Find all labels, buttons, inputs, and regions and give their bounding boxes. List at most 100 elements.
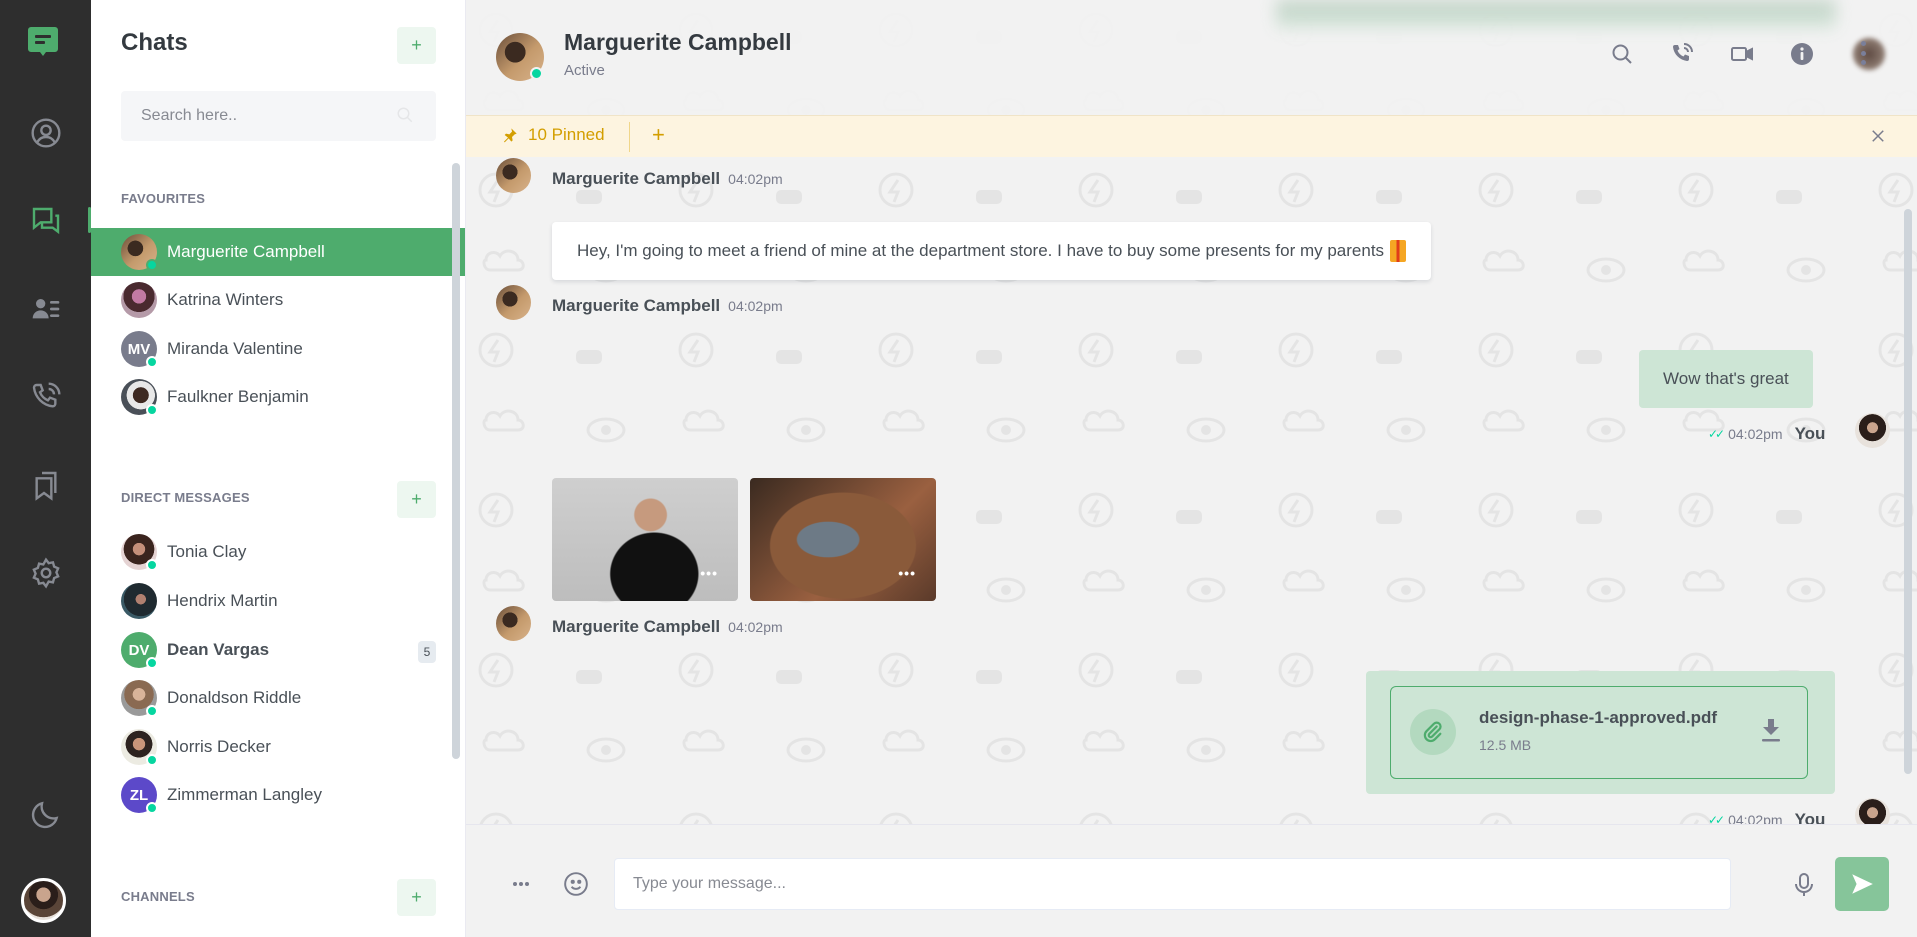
online-indicator [146, 404, 158, 416]
contact-item[interactable]: Katrina Winters [91, 276, 465, 324]
chat-list-panel: Chats + FAVOURITES Marguerite Campbell K… [91, 0, 466, 937]
read-receipt-icon: ✓✓ [1708, 427, 1725, 441]
phone-call-icon [32, 382, 61, 408]
sender-avatar[interactable] [496, 158, 531, 193]
info-icon [1791, 43, 1813, 65]
microphone-icon[interactable] [1792, 872, 1816, 898]
panel-title: Chats [121, 29, 188, 56]
favourites-title: FAVOURITES [121, 191, 206, 206]
contact-name: Norris Decker [167, 737, 271, 756]
pinned-divider [629, 122, 630, 152]
avatar-initials: DV [128, 641, 150, 659]
nav-rail [0, 0, 91, 937]
contact-name: Zimmerman Langley [167, 785, 322, 804]
file-size: 12.5 MB [1479, 737, 1532, 753]
more-attachments-button[interactable] [513, 882, 529, 886]
file-card[interactable]: design-phase-1-approved.pdf 12.5 MB [1390, 686, 1808, 779]
contact-avatar[interactable] [496, 33, 544, 81]
contact-item[interactable]: MV Miranda Valentine [91, 325, 465, 373]
nav-settings[interactable] [0, 543, 91, 603]
sender-avatar[interactable] [496, 606, 531, 641]
header-overlay [1276, 0, 1836, 28]
app-logo-icon[interactable] [28, 27, 58, 59]
my-avatar [1855, 413, 1890, 448]
incoming-message-bubble[interactable]: Hey, I'm going to meet a friend of mine … [552, 222, 1432, 280]
current-user-avatar[interactable] [21, 878, 66, 923]
contact-item[interactable]: Faulkner Benjamin [91, 373, 465, 421]
contact-name: Dean Vargas [167, 640, 270, 659]
chat-list-scrollbar[interactable] [452, 163, 460, 759]
online-indicator [146, 259, 158, 271]
contact-item[interactable]: Hendrix Martin [91, 577, 465, 625]
message-time: 04:02pm [728, 171, 783, 187]
new-chat-button[interactable]: + [397, 27, 436, 64]
online-indicator [146, 754, 158, 766]
new-direct-message-button[interactable]: + [397, 481, 436, 518]
avatar: DV [121, 632, 158, 669]
contact-item[interactable]: Donaldson Riddle [91, 674, 465, 722]
contact-item[interactable]: Marguerite Campbell [91, 228, 465, 276]
contact-item[interactable]: DV Dean Vargas 5 [91, 626, 465, 674]
avatar [121, 583, 157, 619]
emoji-icon[interactable] [563, 871, 589, 897]
nav-contacts[interactable] [0, 279, 91, 339]
close-icon[interactable] [1869, 127, 1887, 145]
direct-messages-title: DIRECT MESSAGES [121, 490, 250, 505]
avatar [121, 234, 158, 271]
avatar: MV [121, 331, 158, 368]
contact-item[interactable]: Norris Decker [91, 723, 465, 771]
message-meta: Marguerite Campbell 04:02pm [552, 169, 783, 189]
conversation-header: Marguerite Campbell Active [466, 0, 1917, 115]
unread-badge: 5 [418, 641, 436, 663]
sender-name: Marguerite Campbell [552, 617, 721, 636]
search-input[interactable] [121, 91, 436, 141]
search-icon [397, 107, 413, 123]
online-indicator [530, 67, 543, 80]
contact-item[interactable]: Tonia Clay [91, 528, 465, 576]
attachment-icon-wrap [1410, 709, 1456, 755]
search-button[interactable] [1608, 40, 1636, 68]
voice-call-button[interactable] [1668, 40, 1696, 68]
add-pin-button[interactable]: + [652, 122, 665, 148]
avatar [121, 680, 158, 717]
image-attachment[interactable]: ••• [552, 478, 738, 601]
image-attachment[interactable]: ••• [750, 478, 936, 601]
pin-icon [504, 128, 517, 143]
sender-avatar[interactable] [496, 285, 531, 320]
contact-status: Active [564, 62, 605, 79]
nav-profile[interactable] [0, 103, 91, 163]
image-options-button[interactable]: ••• [898, 565, 916, 581]
info-button[interactable] [1788, 40, 1816, 68]
message-time: 04:02pm [728, 619, 783, 635]
contact-name: Tonia Clay [167, 542, 247, 561]
user-circle-icon [30, 118, 61, 148]
send-icon [1852, 874, 1873, 894]
contact-name: Hendrix Martin [167, 591, 278, 610]
nav-bookmarks[interactable] [0, 455, 91, 515]
video-call-button[interactable] [1728, 40, 1756, 68]
contact-item[interactable]: ZL Zimmerman Langley [91, 771, 465, 819]
conversation-scrollbar[interactable] [1904, 209, 1912, 774]
download-icon[interactable] [1759, 717, 1783, 743]
send-button[interactable] [1835, 857, 1889, 911]
message-time: 04:02pm [1728, 426, 1783, 442]
outgoing-file-message: design-phase-1-approved.pdf 12.5 MB [1366, 671, 1835, 794]
chats-icon [32, 207, 59, 235]
outgoing-message-bubble[interactable]: Wow that's great [1639, 350, 1813, 408]
pinned-messages-button[interactable]: 10 Pinned [502, 125, 605, 145]
moon-icon [31, 801, 58, 829]
image-options-button[interactable]: ••• [700, 565, 718, 581]
header-avatar-blur [1852, 37, 1886, 71]
paperclip-icon [1423, 721, 1442, 743]
message-text: Wow that's great [1663, 369, 1789, 388]
nav-calls[interactable] [0, 367, 91, 427]
message-input[interactable] [614, 858, 1731, 910]
contacts-icon [32, 299, 59, 319]
theme-toggle[interactable] [0, 784, 91, 844]
sender-name: Marguerite Campbell [552, 169, 721, 188]
online-indicator [146, 559, 158, 571]
new-channel-button[interactable]: + [397, 879, 436, 916]
more-options-button[interactable] [1860, 41, 1866, 65]
contact-name[interactable]: Marguerite Campbell [564, 29, 792, 56]
nav-chats[interactable] [0, 191, 91, 251]
